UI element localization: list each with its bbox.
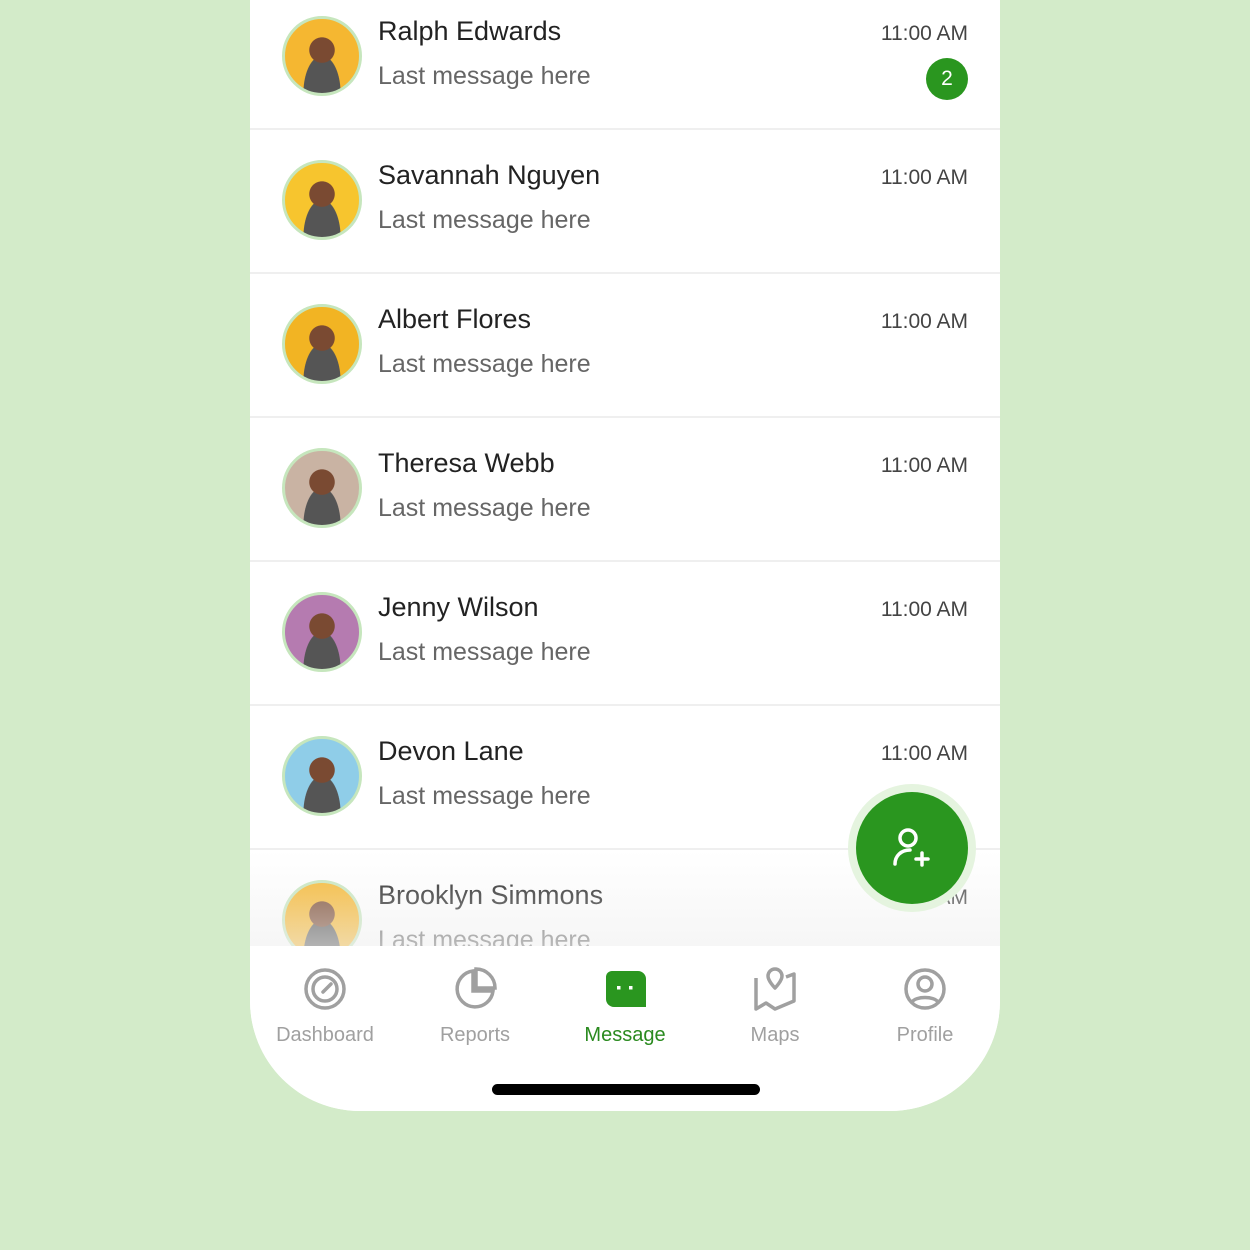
last-message: Last message here bbox=[378, 206, 591, 234]
avatar bbox=[282, 160, 362, 240]
chat-list-item[interactable]: Theresa Webb Last message here 11:00 AM bbox=[250, 418, 1000, 562]
contact-name: Savannah Nguyen bbox=[378, 160, 601, 190]
contact-name: Albert Flores bbox=[378, 304, 532, 334]
map-icon bbox=[754, 967, 796, 1011]
contact-name: Jenny Wilson bbox=[378, 592, 539, 622]
contact-name: Devon Lane bbox=[378, 736, 524, 766]
last-message: Last message here bbox=[378, 494, 591, 522]
avatar bbox=[282, 592, 362, 672]
chat-icon bbox=[606, 971, 646, 1007]
chat-list-item[interactable]: Ralph Edwards Last message here 11:00 AM… bbox=[250, 0, 1000, 130]
avatar bbox=[282, 304, 362, 384]
message-time: 11:00 AM bbox=[880, 742, 968, 765]
chat-list-item[interactable]: Albert Flores Last message here 11:00 AM bbox=[250, 274, 1000, 418]
last-message: Last message here bbox=[378, 350, 591, 378]
tab-profile[interactable]: Profile bbox=[850, 946, 1000, 1111]
message-time: 11:00 AM bbox=[880, 22, 968, 45]
profile-icon bbox=[904, 968, 946, 1010]
message-time: 11:00 AM bbox=[880, 310, 968, 333]
contact-name: Theresa Webb bbox=[378, 448, 555, 478]
avatar bbox=[282, 16, 362, 96]
pie-chart-icon bbox=[455, 967, 497, 1009]
tab-label: Message bbox=[584, 1024, 666, 1046]
last-message: Last message here bbox=[378, 62, 591, 90]
tab-label: Reports bbox=[439, 1024, 511, 1046]
phone-screen: Ralph Edwards Last message here 11:00 AM… bbox=[250, 0, 1000, 1111]
avatar bbox=[282, 448, 362, 528]
tab-dashboard[interactable]: Dashboard bbox=[250, 946, 400, 1111]
message-time: 11:00 AM bbox=[880, 166, 968, 189]
speedometer-icon bbox=[304, 968, 346, 1010]
bottom-nav: Dashboard Reports Message Maps Profile bbox=[250, 946, 1000, 1111]
add-contact-button[interactable] bbox=[848, 784, 976, 912]
avatar bbox=[282, 736, 362, 816]
home-indicator bbox=[492, 1084, 760, 1095]
unread-badge: 2 bbox=[926, 58, 968, 100]
contact-name: Ralph Edwards bbox=[378, 16, 562, 46]
tab-label: Dashboard bbox=[276, 1024, 374, 1046]
last-message: Last message here bbox=[378, 782, 591, 810]
tab-label: Maps bbox=[750, 1024, 800, 1046]
last-message: Last message here bbox=[378, 638, 591, 666]
tab-label: Profile bbox=[896, 1024, 954, 1046]
message-time: 11:00 AM bbox=[880, 598, 968, 621]
message-time: 11:00 AM bbox=[880, 454, 968, 477]
chat-list-item[interactable]: Savannah Nguyen Last message here 11:00 … bbox=[250, 130, 1000, 274]
chat-list-item[interactable]: Jenny Wilson Last message here 11:00 AM bbox=[250, 562, 1000, 706]
add-user-icon bbox=[893, 828, 930, 867]
